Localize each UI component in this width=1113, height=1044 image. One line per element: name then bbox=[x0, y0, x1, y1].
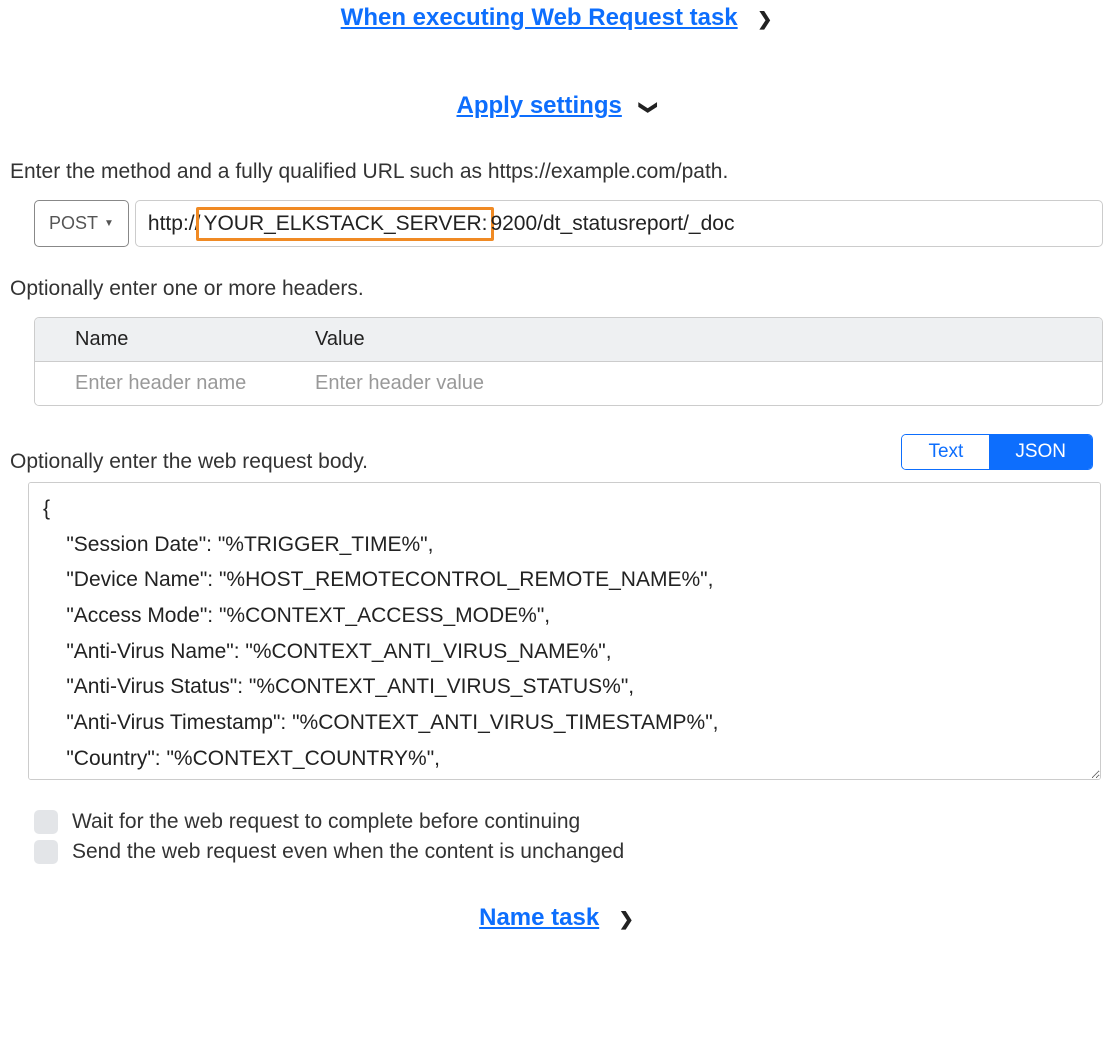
apply-settings-link[interactable]: Apply settings bbox=[456, 92, 621, 119]
body-row: Optionally enter the web request body. T… bbox=[10, 434, 1103, 474]
checkbox-group: Wait for the web request to complete bef… bbox=[34, 810, 1103, 864]
url-row: POST ▼ http://YOUR_ELKSTACK_SERVER:9200/… bbox=[34, 200, 1103, 247]
check-wait-row: Wait for the web request to complete bef… bbox=[34, 810, 1103, 834]
instruction-method-url: Enter the method and a fully qualified U… bbox=[10, 160, 1103, 184]
check-send-unchanged[interactable] bbox=[34, 840, 58, 864]
url-highlight: YOUR_ELKSTACK_SERVER: bbox=[196, 207, 494, 241]
body-format-toggle: Text JSON bbox=[901, 434, 1093, 470]
name-task-link[interactable]: Name task bbox=[479, 904, 599, 931]
instruction-headers: Optionally enter one or more headers. bbox=[10, 277, 1103, 301]
section-name-task: Name task ❯ bbox=[10, 904, 1103, 932]
url-input[interactable]: http://YOUR_ELKSTACK_SERVER:9200/dt_stat… bbox=[135, 200, 1103, 247]
chevron-right-icon: ❯ bbox=[757, 9, 772, 30]
request-body-textarea[interactable] bbox=[28, 482, 1101, 780]
section-when-executing: When executing Web Request task ❯ bbox=[10, 4, 1103, 32]
header-name-input[interactable]: Enter header name bbox=[35, 362, 299, 405]
check-send-unchanged-row: Send the web request even when the conte… bbox=[34, 840, 1103, 864]
body-toggle-text[interactable]: Text bbox=[902, 435, 989, 469]
http-method-value: POST bbox=[49, 213, 98, 234]
check-wait-label[interactable]: Wait for the web request to complete bef… bbox=[72, 810, 580, 834]
check-wait[interactable] bbox=[34, 810, 58, 834]
header-col-name: Name bbox=[35, 318, 299, 361]
url-prefix: http:// bbox=[148, 212, 201, 236]
header-col-value: Value bbox=[299, 318, 1102, 361]
chevron-down-icon: ❯ bbox=[638, 100, 659, 115]
chevron-right-icon: ❯ bbox=[619, 909, 634, 930]
header-value-input[interactable]: Enter header value bbox=[299, 362, 1102, 405]
headers-table: Name Value Enter header name Enter heade… bbox=[34, 317, 1103, 406]
url-suffix: 9200/dt_statusreport/_doc bbox=[490, 212, 734, 236]
when-executing-link[interactable]: When executing Web Request task bbox=[341, 4, 738, 31]
headers-table-row: Enter header name Enter header value bbox=[35, 362, 1102, 405]
headers-table-head: Name Value bbox=[35, 318, 1102, 362]
body-toggle-json[interactable]: JSON bbox=[989, 435, 1092, 469]
section-apply-settings: Apply settings ❯ bbox=[10, 92, 1103, 120]
check-send-unchanged-label[interactable]: Send the web request even when the conte… bbox=[72, 840, 624, 864]
http-method-select[interactable]: POST ▼ bbox=[34, 200, 129, 247]
caret-down-icon: ▼ bbox=[104, 218, 114, 229]
instruction-body: Optionally enter the web request body. bbox=[10, 450, 368, 474]
